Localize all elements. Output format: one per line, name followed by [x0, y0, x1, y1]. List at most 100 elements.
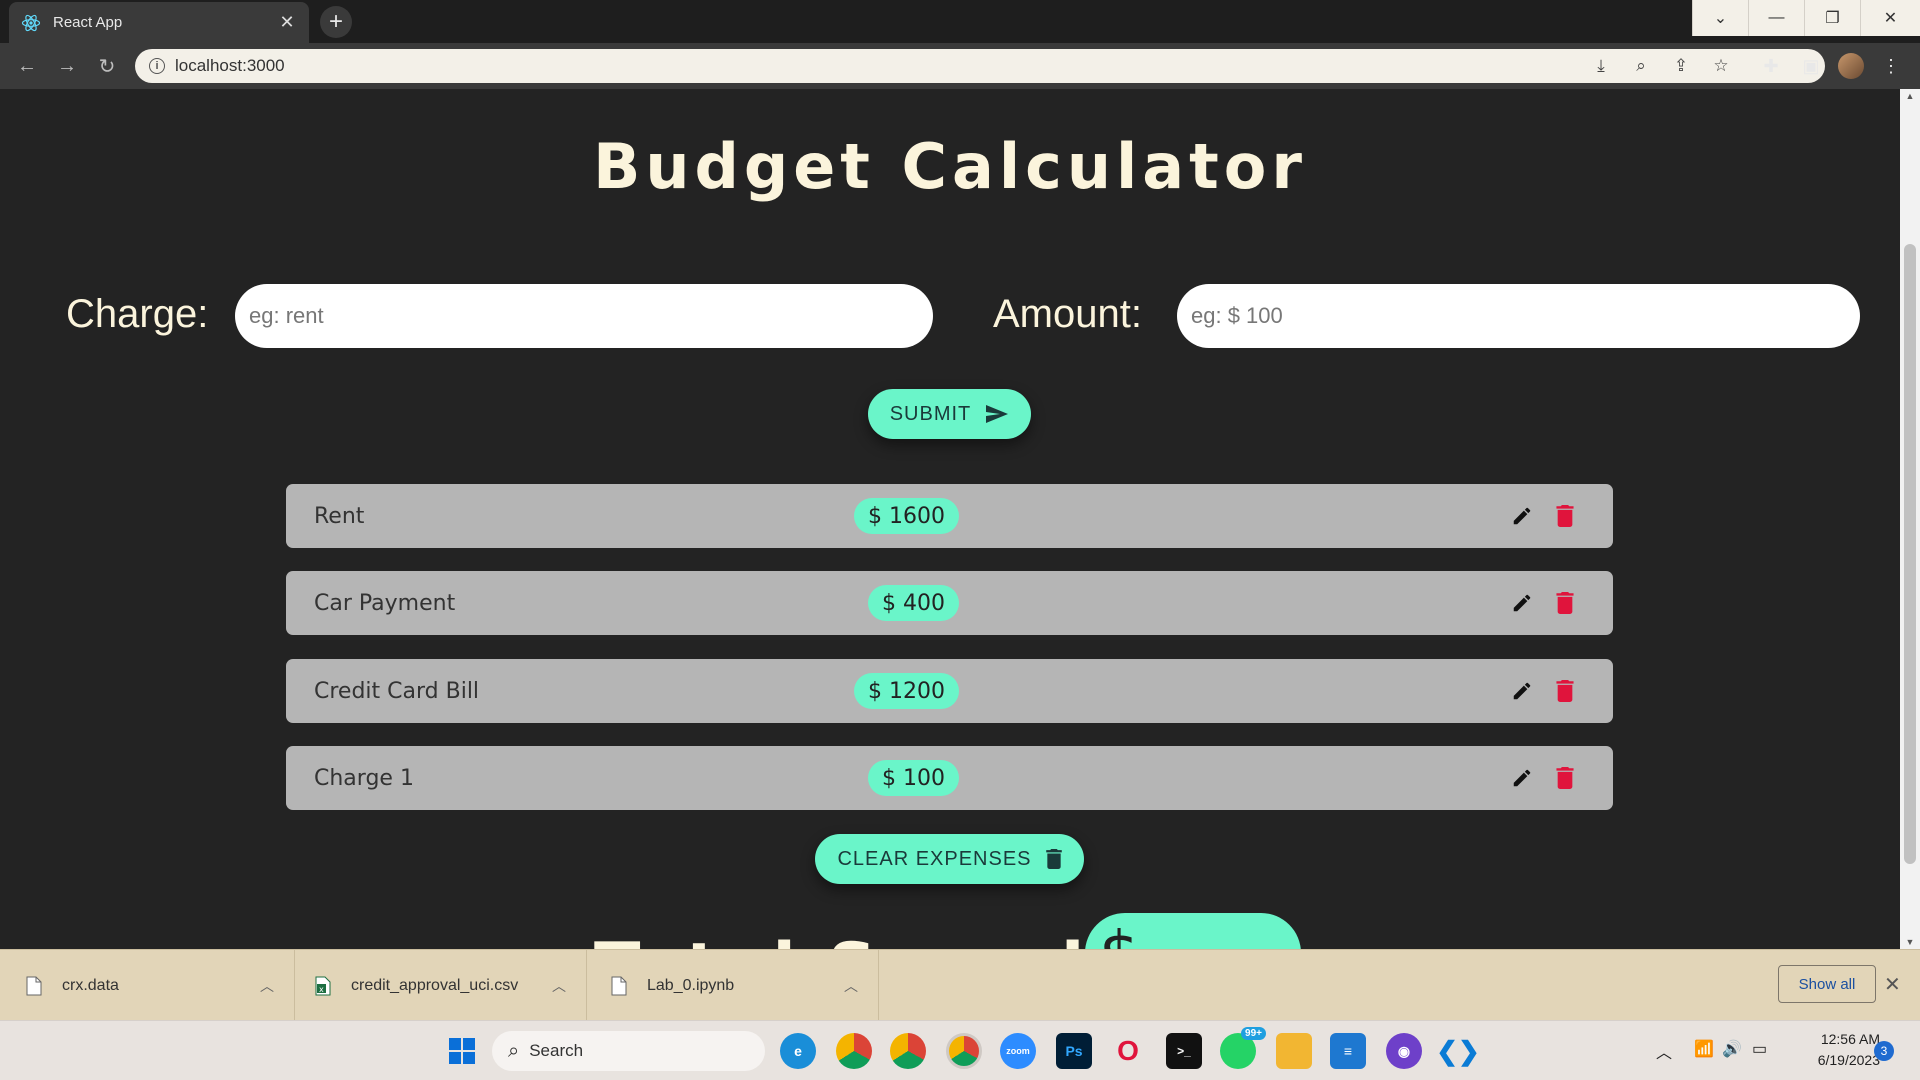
- expense-row: Car Payment $ 400: [286, 571, 1613, 635]
- zoom-app-icon[interactable]: zoom: [1000, 1033, 1036, 1069]
- notification-count-badge[interactable]: 3: [1874, 1041, 1894, 1061]
- page-scrollbar[interactable]: ▲ ▼: [1900, 89, 1920, 949]
- browser-toolbar: ← → ↻ i localhost:3000 ⤓ ⌕ ⇪ ☆ ✚ ▣ ⋮: [0, 43, 1920, 89]
- github-desktop-icon[interactable]: ◉: [1386, 1033, 1422, 1069]
- windows-taskbar: ⌕ Search e zoom Ps O >_ 99+ ≡ ◉ ❮❯ ︿ 📶 🔊…: [0, 1020, 1920, 1080]
- scroll-up-arrow-icon[interactable]: ▲: [1905, 91, 1915, 101]
- expense-row: Credit Card Bill $ 1200: [286, 659, 1613, 723]
- submit-button[interactable]: SUBMIT: [868, 389, 1031, 439]
- expense-name: Rent: [314, 503, 365, 529]
- chevron-up-icon[interactable]: ︿: [844, 976, 858, 996]
- send-icon: [985, 404, 1009, 424]
- delete-trash-icon[interactable]: [1552, 502, 1578, 530]
- expense-name: Car Payment: [314, 590, 456, 616]
- wifi-icon[interactable]: 📶: [1694, 1039, 1714, 1059]
- url-text: localhost:3000: [175, 56, 285, 75]
- expense-row: Rent $ 1600: [286, 484, 1613, 548]
- delete-trash-icon[interactable]: [1552, 677, 1578, 705]
- vscode-icon[interactable]: ❮❯: [1436, 1033, 1480, 1069]
- taskbar-search[interactable]: ⌕ Search: [492, 1031, 765, 1071]
- windows-start-icon[interactable]: [444, 1033, 480, 1069]
- zoom-icon[interactable]: ⌕: [1624, 49, 1658, 83]
- edge-browser-icon[interactable]: e: [780, 1033, 816, 1069]
- clock-time: 12:56 AM: [1820, 1031, 1880, 1047]
- show-all-button[interactable]: Show all: [1778, 965, 1876, 1003]
- system-clock[interactable]: 12:56 AM 6/19/2023: [1790, 1029, 1880, 1071]
- terminal-icon[interactable]: >_: [1166, 1033, 1202, 1069]
- expense-amount-badge: $ 100: [868, 760, 959, 796]
- trash-icon: [1045, 849, 1062, 869]
- charge-input[interactable]: [235, 284, 933, 348]
- tab-title: React App: [53, 14, 123, 31]
- chrome-icon[interactable]: [890, 1033, 926, 1069]
- download-item[interactable]: crx.data ︿: [0, 950, 295, 1021]
- profile-avatar[interactable]: [1836, 51, 1866, 81]
- edit-pencil-icon[interactable]: [1508, 764, 1536, 792]
- restore-button[interactable]: ❐: [1804, 0, 1860, 36]
- expense-amount-badge: $ 1200: [854, 673, 959, 709]
- volume-icon[interactable]: 🔊: [1722, 1039, 1742, 1059]
- tab-close-icon[interactable]: ✕: [277, 12, 297, 33]
- download-filename: Lab_0.ipynb: [647, 976, 735, 994]
- minimize-button[interactable]: —: [1748, 0, 1804, 36]
- whatsapp-badge: 99+: [1241, 1027, 1266, 1040]
- forward-arrow-icon[interactable]: →: [52, 51, 82, 81]
- close-download-bar-icon[interactable]: ✕: [1884, 972, 1901, 997]
- delete-trash-icon[interactable]: [1552, 589, 1578, 617]
- browser-tab[interactable]: React App ✕: [9, 2, 309, 43]
- whatsapp-icon[interactable]: 99+: [1220, 1027, 1266, 1069]
- file-icon: [611, 976, 627, 995]
- expense-name: Charge 1: [314, 765, 414, 791]
- excel-file-icon: x: [315, 976, 331, 995]
- opera-icon[interactable]: O: [1110, 1033, 1146, 1069]
- extensions-puzzle-icon[interactable]: ✚: [1756, 51, 1786, 81]
- clear-expenses-button[interactable]: CLEAR EXPENSES: [815, 834, 1084, 884]
- install-app-icon[interactable]: ⤓: [1584, 49, 1618, 83]
- download-item[interactable]: Lab_0.ipynb ︿: [587, 950, 879, 1021]
- download-filename: credit_approval_uci.csv: [351, 976, 519, 994]
- tab-search-chevron-icon[interactable]: ⌄: [1692, 0, 1748, 36]
- amount-input[interactable]: [1177, 284, 1860, 348]
- total-spending: Total Spending: $ 3300: [0, 913, 1900, 949]
- expense-name: Credit Card Bill: [314, 678, 480, 704]
- file-icon: [26, 976, 42, 995]
- notepad-icon[interactable]: ≡: [1330, 1033, 1366, 1069]
- menu-kebab-icon[interactable]: ⋮: [1876, 51, 1906, 81]
- battery-icon[interactable]: ▭: [1752, 1039, 1767, 1059]
- new-tab-button[interactable]: +: [320, 6, 352, 38]
- edit-pencil-icon[interactable]: [1508, 502, 1536, 530]
- react-logo-icon: [21, 13, 41, 33]
- scrollbar-thumb[interactable]: [1904, 244, 1916, 864]
- download-item[interactable]: x credit_approval_uci.csv ︿: [295, 950, 587, 1021]
- share-icon[interactable]: ⇪: [1664, 49, 1698, 83]
- site-info-icon[interactable]: i: [149, 58, 165, 74]
- chrome-active-icon[interactable]: [946, 1033, 982, 1069]
- close-window-button[interactable]: ✕: [1860, 0, 1920, 36]
- clear-expenses-label: CLEAR EXPENSES: [837, 847, 1032, 870]
- reload-icon[interactable]: ↻: [92, 51, 122, 81]
- edit-pencil-icon[interactable]: [1508, 589, 1536, 617]
- scroll-down-arrow-icon[interactable]: ▼: [1905, 937, 1915, 947]
- show-hidden-icons-chevron-icon[interactable]: ︿: [1656, 1039, 1672, 1063]
- back-arrow-icon[interactable]: ←: [12, 51, 42, 81]
- address-bar[interactable]: i localhost:3000: [135, 49, 1825, 83]
- clock-date: 6/19/2023: [1817, 1052, 1880, 1068]
- side-panel-icon[interactable]: ▣: [1796, 51, 1826, 81]
- expense-amount-badge: $ 400: [868, 585, 959, 621]
- total-spending-value: $ 3300: [1085, 913, 1301, 949]
- chevron-up-icon[interactable]: ︿: [552, 976, 566, 996]
- chrome-icon[interactable]: [836, 1033, 872, 1069]
- taskbar-search-label: Search: [529, 1041, 584, 1060]
- expense-amount-badge: $ 1600: [854, 498, 959, 534]
- edit-pencil-icon[interactable]: [1508, 677, 1536, 705]
- download-filename: crx.data: [62, 976, 119, 994]
- bookmark-star-icon[interactable]: ☆: [1704, 49, 1738, 83]
- delete-trash-icon[interactable]: [1552, 764, 1578, 792]
- app-page: Budget Calculator Charge: Amount: SUBMIT…: [0, 89, 1900, 949]
- file-explorer-icon[interactable]: [1276, 1033, 1312, 1069]
- charge-label: Charge:: [66, 292, 209, 336]
- photoshop-icon[interactable]: Ps: [1056, 1033, 1092, 1069]
- amount-label: Amount:: [993, 292, 1142, 336]
- chevron-up-icon[interactable]: ︿: [260, 976, 274, 996]
- submit-label: SUBMIT: [889, 402, 972, 425]
